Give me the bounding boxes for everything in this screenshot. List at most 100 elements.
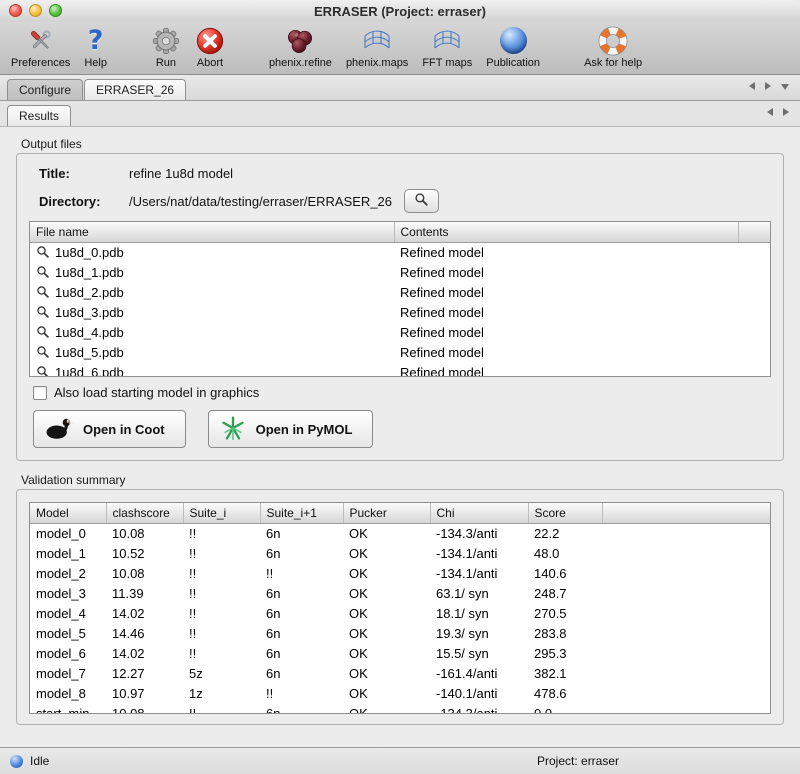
magnifier-icon [36, 305, 50, 319]
results-page: Output files Title: refine 1u8d model Di… [0, 127, 800, 747]
output-files-header-row: File name Contents [30, 222, 770, 242]
file-name: 1u8d_1.pdb [55, 265, 124, 280]
file-name: 1u8d_0.pdb [55, 245, 124, 260]
window-title: ERRASER (Project: erraser) [314, 4, 486, 19]
validation-row[interactable]: model_110.52!!6nOK-134.1/anti48.0 [30, 543, 770, 563]
publication-button[interactable]: Publication [479, 24, 547, 70]
toolbar-label: Ask for help [584, 57, 642, 70]
output-files-group: Title: refine 1u8d model Directory: /Use… [16, 153, 784, 461]
directory-field-row: Directory: /Users/nat/data/testing/erras… [39, 189, 771, 213]
main-tab-bar: Configure ERRASER_26 [0, 75, 800, 101]
column-header-model[interactable]: Model [30, 503, 106, 523]
column-header-pucker[interactable]: Pucker [343, 503, 430, 523]
column-header-file-name[interactable]: File name [30, 222, 394, 242]
preferences-button[interactable]: Preferences [4, 24, 77, 70]
file-row[interactable]: 1u8d_4.pdb Refined model [30, 322, 770, 342]
preferences-tools-icon [26, 24, 55, 57]
lifebuoy-icon [598, 24, 628, 57]
tab-list-icon[interactable] [781, 78, 789, 93]
toolbar-label: Preferences [11, 57, 70, 70]
file-contents: Refined model [394, 282, 738, 302]
app-window: ERRASER (Project: erraser) Preferences [0, 0, 800, 774]
fft-maps-button[interactable]: FFT maps [415, 24, 479, 70]
viewer-buttons-row: Open in Coot [33, 410, 771, 448]
coot-bird-icon [44, 416, 74, 443]
zoom-window-button[interactable] [49, 4, 62, 17]
tab-scroll-left-icon[interactable] [749, 78, 755, 93]
sub-tab-bar: Results [0, 101, 800, 127]
validation-row[interactable]: start_min10.08!!6nOK-134.3/anti0.0 [30, 703, 770, 714]
validation-row[interactable]: model_810.971z!!OK-140.1/anti478.6 [30, 683, 770, 703]
validation-row[interactable]: model_712.275z6nOK-161.4/anti382.1 [30, 663, 770, 683]
file-name: 1u8d_6.pdb [55, 365, 124, 378]
status-bar: Idle Project: erraser [0, 747, 800, 774]
validation-header-row: Model clashscore Suite_i Suite_i+1 Pucke… [30, 503, 770, 523]
file-row[interactable]: 1u8d_5.pdbRefined model [30, 342, 770, 362]
toolbar-label: Help [84, 57, 107, 70]
file-row[interactable]: 1u8d_0.pdb Refined model [30, 242, 770, 262]
column-header-clashscore[interactable]: clashscore [106, 503, 183, 523]
toolbar-label: Publication [486, 57, 540, 70]
magnifier-icon [36, 325, 50, 339]
tab-results[interactable]: Results [7, 105, 71, 126]
title-bar: ERRASER (Project: erraser) [0, 0, 800, 22]
ask-for-help-button[interactable]: Ask for help [577, 24, 649, 70]
load-starting-model-label[interactable]: Also load starting model in graphics [54, 385, 259, 400]
validation-table-body: model_010.08!!6nOK-134.3/anti22.2model_1… [30, 523, 770, 714]
validation-row[interactable]: model_614.02!!6nOK15.5/ syn295.3 [30, 643, 770, 663]
close-window-button[interactable] [9, 4, 22, 17]
validation-summary-group-label: Validation summary [21, 473, 784, 487]
validation-table[interactable]: Model clashscore Suite_i Suite_i+1 Pucke… [29, 502, 771, 714]
validation-row[interactable]: model_010.08!!6nOK-134.3/anti22.2 [30, 523, 770, 543]
phenix-maps-mesh-icon [362, 24, 392, 57]
magnifier-icon [36, 265, 50, 279]
column-header-suite-i1[interactable]: Suite_i+1 [260, 503, 343, 523]
tab-configure[interactable]: Configure [7, 79, 83, 100]
help-button[interactable]: ? Help [77, 24, 114, 70]
file-name: 1u8d_2.pdb [55, 285, 124, 300]
tab-erraser-26[interactable]: ERRASER_26 [84, 79, 186, 100]
run-button[interactable]: Run [144, 24, 188, 70]
validation-row[interactable]: model_311.39!!6nOK63.1/ syn248.7 [30, 583, 770, 603]
file-contents: Refined model [394, 362, 738, 377]
column-header-suite-i[interactable]: Suite_i [183, 503, 260, 523]
toolbar-label: phenix.maps [346, 57, 408, 70]
status-text: Idle [30, 754, 49, 768]
abort-button[interactable]: Abort [188, 24, 232, 70]
browse-directory-button[interactable] [404, 189, 439, 213]
subtab-scroll-left-icon[interactable] [767, 104, 773, 119]
fft-maps-mesh-icon [432, 24, 462, 57]
open-in-coot-button[interactable]: Open in Coot [33, 410, 186, 448]
file-contents: Refined model [394, 242, 738, 262]
file-row[interactable]: 1u8d_3.pdbRefined model [30, 302, 770, 322]
column-header-chi[interactable]: Chi [430, 503, 528, 523]
title-field-row: Title: refine 1u8d model [39, 166, 771, 181]
column-header-filler [602, 503, 770, 523]
minimize-window-button[interactable] [29, 4, 42, 17]
file-contents: Refined model [394, 322, 738, 342]
load-starting-model-checkbox[interactable] [33, 386, 47, 400]
output-files-group-label: Output files [21, 137, 784, 151]
column-header-contents[interactable]: Contents [394, 222, 738, 242]
load-starting-model-row: Also load starting model in graphics [33, 385, 771, 400]
status-project: Project: erraser [537, 754, 619, 768]
toolbar-label: FFT maps [422, 57, 472, 70]
phenix-maps-button[interactable]: phenix.maps [339, 24, 415, 70]
file-name: 1u8d_4.pdb [55, 325, 124, 340]
file-row[interactable]: 1u8d_1.pdbRefined model [30, 262, 770, 282]
subtab-scroll-right-icon[interactable] [783, 104, 789, 119]
file-row[interactable]: 1u8d_6.pdb Refined model [30, 362, 770, 377]
validation-row[interactable]: model_210.08!!!!OK-134.1/anti140.6 [30, 563, 770, 583]
output-files-table-body: 1u8d_0.pdbRefined model 1u8d_1.pdbRefine… [30, 242, 770, 377]
open-in-pymol-button[interactable]: Open in PyMOL [208, 410, 374, 448]
tab-scroll-right-icon[interactable] [765, 78, 771, 93]
validation-row[interactable]: model_514.46!!6nOK19.3/ syn283.8 [30, 623, 770, 643]
validation-row[interactable]: model_414.02!!6nOK18.1/ syn270.5 [30, 603, 770, 623]
file-row[interactable]: 1u8d_2.pdb Refined model [30, 282, 770, 302]
subtab-nav-controls [767, 104, 792, 126]
phenix-refine-button[interactable]: phenix.refine [262, 24, 339, 70]
directory-value: /Users/nat/data/testing/erraser/ERRASER_… [129, 194, 392, 209]
toolbar-label: phenix.refine [269, 57, 332, 70]
output-files-table[interactable]: File name Contents 1u8d_0.pdb Refined mod… [29, 221, 771, 377]
column-header-score[interactable]: Score [528, 503, 602, 523]
